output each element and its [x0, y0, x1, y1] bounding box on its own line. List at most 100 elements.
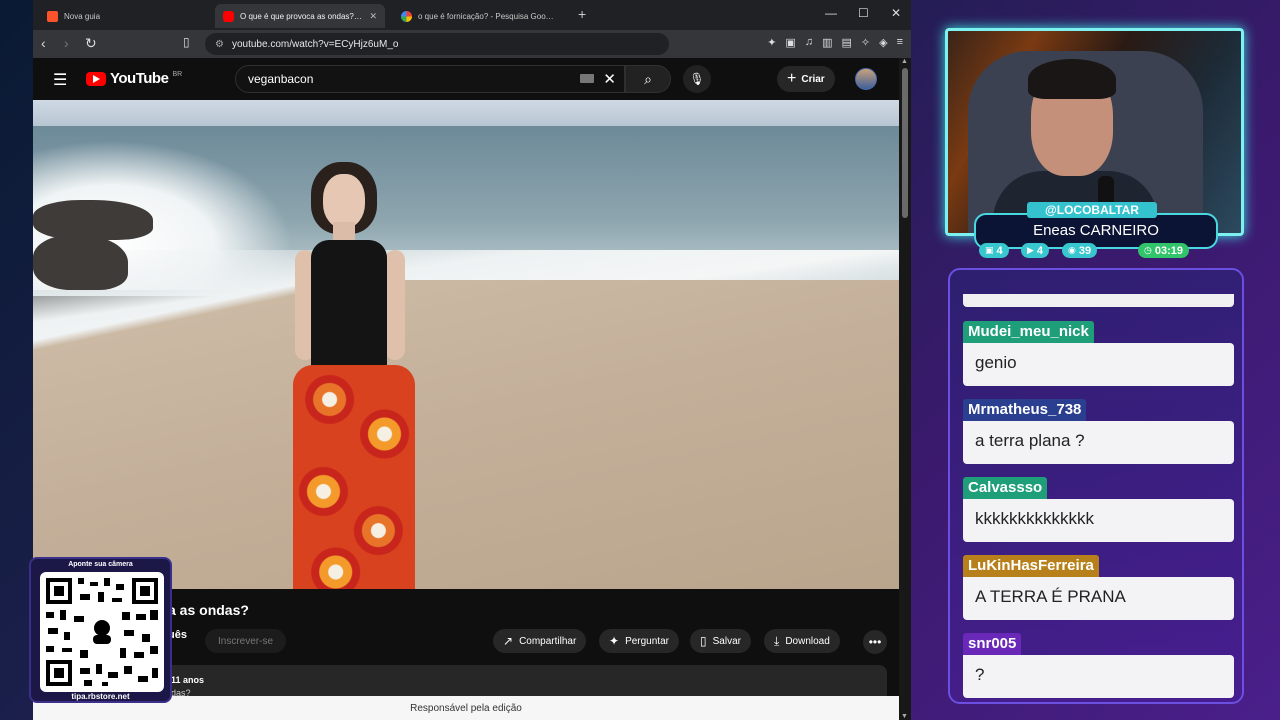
- youtube-logo[interactable]: YouTube BR: [86, 70, 182, 87]
- url-text: youtube.com/watch?v=ECyHjz6uM_o: [231, 38, 399, 50]
- bookmark-icon: ▯: [700, 634, 707, 648]
- chat-text: a terra plana ?: [963, 421, 1234, 464]
- create-label: Criar: [801, 73, 825, 85]
- close-tab-icon[interactable]: ✕: [369, 11, 377, 22]
- youtube-favicon-icon: [223, 10, 234, 22]
- save-button[interactable]: ▯ Salvar: [690, 629, 751, 653]
- scroll-down-icon[interactable]: ▼: [901, 713, 908, 720]
- video-frame-presenter: [273, 160, 433, 589]
- twitch-icon: ▣: [985, 245, 994, 255]
- site-settings-icon[interactable]: ⚙: [215, 39, 224, 50]
- save-label: Salvar: [712, 635, 741, 647]
- tab-google-search[interactable]: o que é fornicação? - Pesquisa Google: [393, 4, 563, 28]
- brave-icon: [47, 10, 58, 22]
- reload-icon[interactable]: ↻: [85, 35, 97, 52]
- menu-icon[interactable]: ≡: [897, 36, 903, 49]
- vpn-icon[interactable]: ◈: [879, 36, 887, 49]
- youtube-wordmark: YouTube: [110, 70, 169, 87]
- tab-new-tab[interactable]: Nova guia: [39, 4, 209, 28]
- address-bar: ‹ › ↻ ▯ ⚙ youtube.com/watch?v=ECyHjz6uM_…: [33, 30, 911, 58]
- maximize-icon[interactable]: ☐: [858, 6, 869, 20]
- search-icon: ⌕: [644, 70, 652, 87]
- download-button[interactable]: ⤓ Download: [764, 629, 840, 653]
- forward-icon[interactable]: ›: [64, 35, 69, 51]
- download-label: Download: [785, 635, 830, 647]
- youtube-icon: ▶: [1027, 245, 1034, 255]
- clear-search-icon[interactable]: ✕: [603, 70, 616, 88]
- more-icon: •••: [868, 635, 882, 649]
- avatar[interactable]: [855, 68, 877, 90]
- chat-username: Mudei_meu_nick: [963, 321, 1094, 343]
- close-window-icon[interactable]: ✕: [891, 6, 901, 20]
- minimize-icon[interactable]: —: [825, 6, 837, 20]
- share-label: Compartilhar: [519, 635, 577, 647]
- chat-username: snr005: [963, 633, 1022, 655]
- chat-message: Calvassso kkkkkkkkkkkkkk: [963, 477, 1234, 542]
- youtube-viewers-badge: ▶ 4: [1021, 243, 1050, 258]
- chat-text: ?: [963, 655, 1234, 698]
- tab-title: O que é que provoca as ondas? - YouTube: [240, 11, 363, 21]
- chat-message: snr005 ?: [963, 633, 1234, 698]
- chat-message-partial: [963, 294, 1234, 307]
- sparkle-icon: ✦: [609, 634, 620, 648]
- more-actions-button[interactable]: •••: [863, 630, 887, 654]
- bookmark-icon[interactable]: ▯: [183, 35, 190, 49]
- twitch-count: 4: [996, 244, 1003, 257]
- ask-button[interactable]: ✦ Perguntar: [599, 629, 679, 653]
- qr-code-icon: [46, 578, 158, 686]
- tab-title: Nova guia: [64, 11, 101, 21]
- kick-viewers-badge: ◉ 39: [1062, 243, 1098, 258]
- share-icon: ↗: [503, 634, 514, 648]
- video-frame-sky: [33, 100, 899, 128]
- share-button[interactable]: ↗ Compartilhar: [493, 629, 587, 653]
- streamer-handle: @LOCOBALTAR: [1027, 202, 1157, 218]
- url-field[interactable]: ⚙ youtube.com/watch?v=ECyHjz6uM_o: [205, 33, 669, 55]
- scroll-up-icon[interactable]: ▲: [901, 58, 908, 65]
- chat-text: kkkkkkkkkkkkkk: [963, 499, 1234, 542]
- tab-youtube[interactable]: O que é que provoca as ondas? - YouTube …: [215, 4, 385, 28]
- keyboard-icon[interactable]: [580, 74, 594, 83]
- chat-username: Calvassso: [963, 477, 1048, 499]
- voice-search-button[interactable]: 🎙: [683, 65, 711, 93]
- new-tab-icon[interactable]: +: [578, 6, 586, 22]
- qr-url: tipa.rbstore.net: [71, 692, 130, 701]
- page-scrollbar[interactable]: ▲ ▼: [899, 58, 911, 720]
- sidebar-icon[interactable]: ▥: [822, 36, 832, 49]
- puzzle-icon[interactable]: ✦: [767, 36, 776, 49]
- youtube-count: 4: [1036, 244, 1044, 257]
- scroll-thumb[interactable]: [902, 68, 908, 218]
- description-meta: 11 anos: [171, 675, 205, 685]
- hamburger-menu-icon[interactable]: ☰: [53, 70, 67, 90]
- clock-icon: ◷: [1144, 245, 1152, 255]
- qr-code-panel: Aponte sua câmera tipa.rbstore.net: [29, 557, 172, 703]
- chat-text: A TERRA É PRANA: [963, 577, 1234, 620]
- twitch-viewers-badge: ▣ 4: [979, 243, 1009, 258]
- subscribe-button[interactable]: Inscrever-se: [205, 629, 287, 653]
- music-icon[interactable]: ♫: [805, 36, 813, 49]
- wallet-icon[interactable]: ▤: [841, 36, 851, 49]
- qr-code: [40, 572, 164, 692]
- country-code: BR: [172, 71, 183, 78]
- tab-bar: Nova guia O que é que provoca as ondas? …: [33, 0, 911, 30]
- youtube-play-icon: [86, 71, 106, 86]
- chat-message: Mrmatheus_738 a terra plana ?: [963, 399, 1234, 464]
- ask-label: Perguntar: [625, 635, 669, 647]
- create-button[interactable]: + Criar: [777, 66, 835, 92]
- download-icon: ⤓: [774, 633, 780, 648]
- back-icon[interactable]: ‹: [41, 35, 46, 51]
- chat-message: Mudei_meu_nick genio: [963, 321, 1234, 386]
- video-player[interactable]: [33, 100, 899, 589]
- screenshot-icon[interactable]: ▣: [785, 36, 795, 49]
- youtube-header: ☰ YouTube BR veganbacon ✕ ⌕ 🎙 + Criar: [33, 58, 899, 100]
- search-input[interactable]: veganbacon ✕: [235, 65, 625, 93]
- chat-text: genio: [963, 343, 1234, 386]
- chat-message: LuKinHasFerreira A TERRA É PRANA: [963, 555, 1234, 620]
- leo-icon[interactable]: ✧: [861, 36, 870, 49]
- extension-icons: ✦ ▣ ♫ ▥ ▤ ✧ ◈ ≡: [767, 36, 903, 49]
- video-frame-rock: [33, 200, 153, 240]
- search-button[interactable]: ⌕: [625, 65, 671, 93]
- stream-time: 03:19: [1154, 244, 1183, 257]
- kick-count: 39: [1078, 244, 1092, 257]
- plus-icon: +: [787, 70, 797, 87]
- qr-caption: Aponte sua câmera: [68, 561, 133, 568]
